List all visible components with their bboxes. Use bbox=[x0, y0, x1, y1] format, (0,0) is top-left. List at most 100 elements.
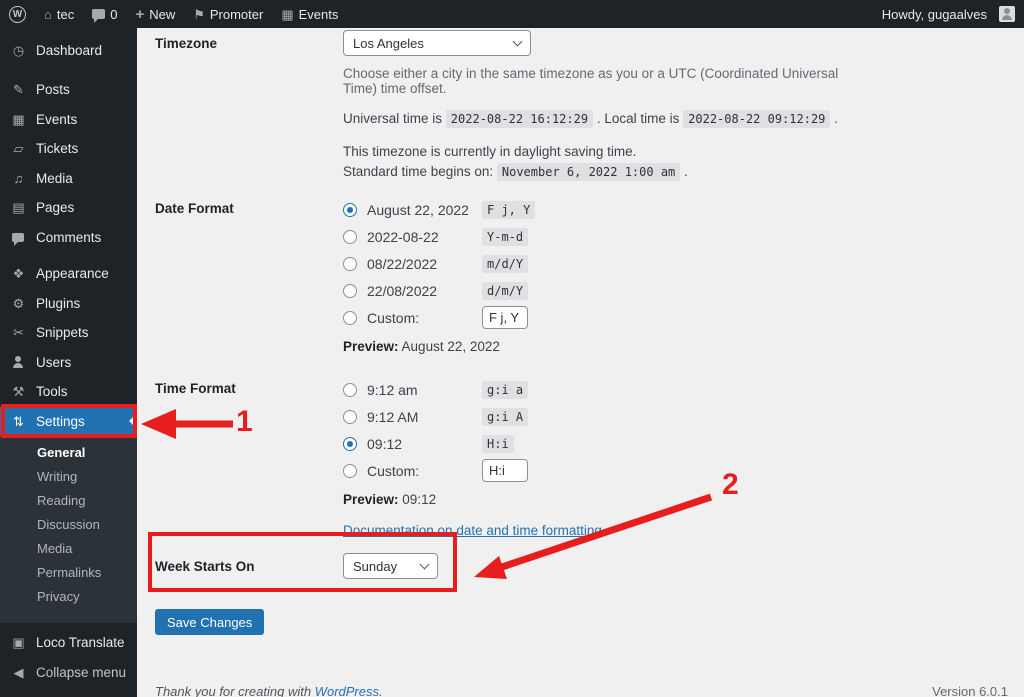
date-format-option[interactable]: 22/08/2022 d/m/Y bbox=[343, 277, 875, 304]
local-time-prefix: . Local time is bbox=[596, 111, 680, 126]
admin-sidebar: ◷ Dashboard ✎ Posts ▦ Events ▱ Tickets ♫… bbox=[0, 28, 137, 697]
events-menu[interactable]: ▦ Events bbox=[272, 0, 347, 28]
sidebar-item-users[interactable]: Users bbox=[0, 348, 137, 378]
sidebar-item-label: Snippets bbox=[36, 325, 89, 341]
date-option-label: 2022-08-22 bbox=[367, 228, 439, 245]
new-content-menu[interactable]: + New bbox=[126, 0, 184, 28]
promoter-menu[interactable]: ⚑ Promoter bbox=[184, 0, 272, 28]
timezone-selected-value: Los Angeles bbox=[353, 35, 424, 51]
radio-button[interactable] bbox=[343, 436, 357, 451]
time-format-option[interactable]: 9:12 AM g:i A bbox=[343, 403, 875, 430]
sidebar-item-label: Media bbox=[36, 170, 73, 186]
admin-menu-bottom: ▣ Loco Translate ◀ Collapse menu bbox=[0, 623, 137, 687]
comment-count: 0 bbox=[110, 6, 118, 22]
date-format-option[interactable]: 08/22/2022 m/d/Y bbox=[343, 250, 875, 277]
time-format-section: Time Format 9:12 am g:i a 9:12 AM g:i A … bbox=[155, 376, 875, 538]
radio-button[interactable] bbox=[343, 256, 357, 271]
preview-label: Preview: bbox=[343, 339, 399, 354]
date-format-custom-option[interactable]: Custom: bbox=[343, 304, 875, 331]
sidebar-item-comments[interactable]: Comments bbox=[0, 223, 137, 253]
custom-option-label: Custom: bbox=[367, 309, 420, 326]
date-format-option[interactable]: August 22, 2022 F j, Y bbox=[343, 196, 875, 223]
date-option-label: August 22, 2022 bbox=[367, 201, 469, 218]
menu-separator bbox=[0, 66, 137, 76]
submenu-item-permalinks[interactable]: Permalinks bbox=[0, 561, 137, 585]
universal-time-line: Universal time is 2022-08-22 16:12:29 . … bbox=[343, 109, 875, 129]
radio-button[interactable] bbox=[343, 409, 357, 424]
timezone-field: Los Angeles Choose either a city in the … bbox=[343, 30, 875, 182]
time-format-option[interactable]: 09:12 H:i bbox=[343, 430, 875, 457]
comment-bubble-icon bbox=[92, 9, 106, 23]
plus-icon: + bbox=[135, 5, 145, 23]
admin-bar: W ⌂ tec 0 + New ⚑ Promoter ▦ Events Howd… bbox=[0, 0, 1024, 28]
sidebar-item-pages[interactable]: ▤ Pages bbox=[0, 193, 137, 223]
time-format-code: g:i A bbox=[482, 407, 529, 426]
plugin-icon: ⚙ bbox=[12, 295, 25, 311]
sidebar-item-snippets[interactable]: ✂ Snippets bbox=[0, 318, 137, 348]
sidebar-item-media[interactable]: ♫ Media bbox=[0, 164, 137, 194]
time-option-label: 9:12 AM bbox=[367, 408, 419, 425]
save-changes-button[interactable]: Save Changes bbox=[155, 609, 265, 635]
collapse-menu-button[interactable]: ◀ Collapse menu bbox=[0, 658, 137, 688]
radio-button[interactable] bbox=[343, 283, 357, 298]
sidebar-item-plugins[interactable]: ⚙ Plugins bbox=[0, 289, 137, 319]
submenu-item-discussion[interactable]: Discussion bbox=[0, 513, 137, 537]
collapse-arrow-icon: ◀ bbox=[13, 664, 24, 680]
sidebar-item-label: Users bbox=[36, 354, 72, 370]
site-name-menu[interactable]: ⌂ tec bbox=[35, 0, 83, 28]
sidebar-item-loco-translate[interactable]: ▣ Loco Translate bbox=[0, 628, 137, 658]
comments-shortcut[interactable]: 0 bbox=[83, 0, 126, 28]
media-icon: ♫ bbox=[13, 170, 24, 186]
sidebar-item-settings[interactable]: ⇅ Settings bbox=[0, 406, 137, 436]
wordpress-link[interactable]: WordPress bbox=[315, 684, 379, 697]
sidebar-item-label: Posts bbox=[36, 82, 70, 98]
time-custom-format-input[interactable] bbox=[482, 459, 528, 482]
documentation-link[interactable]: Documentation on date and time formattin… bbox=[343, 523, 602, 538]
site-name: tec bbox=[56, 6, 75, 22]
sidebar-item-events[interactable]: ▦ Events bbox=[0, 105, 137, 135]
week-starts-on-select[interactable]: Sunday bbox=[343, 553, 438, 579]
submenu-item-general[interactable]: General bbox=[0, 441, 137, 465]
universal-time-value: 2022-08-22 16:12:29 bbox=[445, 110, 594, 128]
date-option-label: 22/08/2022 bbox=[367, 282, 438, 299]
submenu-item-privacy[interactable]: Privacy bbox=[0, 585, 137, 609]
local-time-value: 2022-08-22 09:12:29 bbox=[683, 110, 831, 128]
date-format-field: August 22, 2022 F j, Y 2022-08-22 Y-m-d … bbox=[343, 196, 875, 354]
sidebar-item-tools[interactable]: ⚒ Tools bbox=[0, 377, 137, 407]
time-format-option[interactable]: 9:12 am g:i a bbox=[343, 376, 875, 403]
chevron-down-icon bbox=[512, 36, 523, 46]
submenu-item-media[interactable]: Media bbox=[0, 537, 137, 561]
sidebar-item-tickets[interactable]: ▱ Tickets bbox=[0, 134, 137, 164]
radio-button[interactable] bbox=[343, 310, 357, 325]
preview-label: Preview: bbox=[343, 492, 399, 507]
thanks-suffix: . bbox=[379, 684, 383, 697]
time-format-custom-option[interactable]: Custom: bbox=[343, 457, 875, 484]
universal-time-prefix: Universal time is bbox=[343, 111, 443, 126]
date-format-label: Date Format bbox=[155, 201, 234, 216]
date-custom-format-input[interactable] bbox=[482, 306, 528, 329]
date-format-section: Date Format August 22, 2022 F j, Y 2022-… bbox=[155, 196, 875, 354]
submenu-item-reading[interactable]: Reading bbox=[0, 489, 137, 513]
sidebar-item-label: Plugins bbox=[36, 295, 81, 311]
radio-button[interactable] bbox=[343, 382, 357, 397]
submenu-item-writing[interactable]: Writing bbox=[0, 465, 137, 489]
sidebar-item-label: Tickets bbox=[36, 141, 79, 157]
wordpress-general-settings-page: W ⌂ tec 0 + New ⚑ Promoter ▦ Events Howd… bbox=[0, 0, 1024, 697]
sidebar-item-label: Appearance bbox=[36, 266, 109, 282]
sidebar-item-label: Settings bbox=[36, 413, 85, 429]
wp-logo-menu[interactable]: W bbox=[0, 0, 35, 28]
date-format-option[interactable]: 2022-08-22 Y-m-d bbox=[343, 223, 875, 250]
howdy-text: Howdy, gugaalves bbox=[881, 6, 987, 22]
timezone-select[interactable]: Los Angeles bbox=[343, 30, 531, 56]
time-format-field: 9:12 am g:i a 9:12 AM g:i A 09:12 H:i Cu… bbox=[343, 376, 875, 538]
comment-bubble-icon bbox=[12, 232, 24, 246]
sidebar-item-dashboard[interactable]: ◷ Dashboard bbox=[0, 36, 137, 66]
sidebar-item-appearance[interactable]: ❖ Appearance bbox=[0, 259, 137, 289]
dst-status-text: This timezone is currently in daylight s… bbox=[343, 144, 637, 159]
radio-button[interactable] bbox=[343, 202, 357, 217]
radio-button[interactable] bbox=[343, 463, 357, 478]
my-account-menu[interactable]: Howdy, gugaalves bbox=[873, 0, 1024, 28]
settings-icon: ⇅ bbox=[13, 413, 24, 429]
sidebar-item-posts[interactable]: ✎ Posts bbox=[0, 75, 137, 105]
radio-button[interactable] bbox=[343, 229, 357, 244]
